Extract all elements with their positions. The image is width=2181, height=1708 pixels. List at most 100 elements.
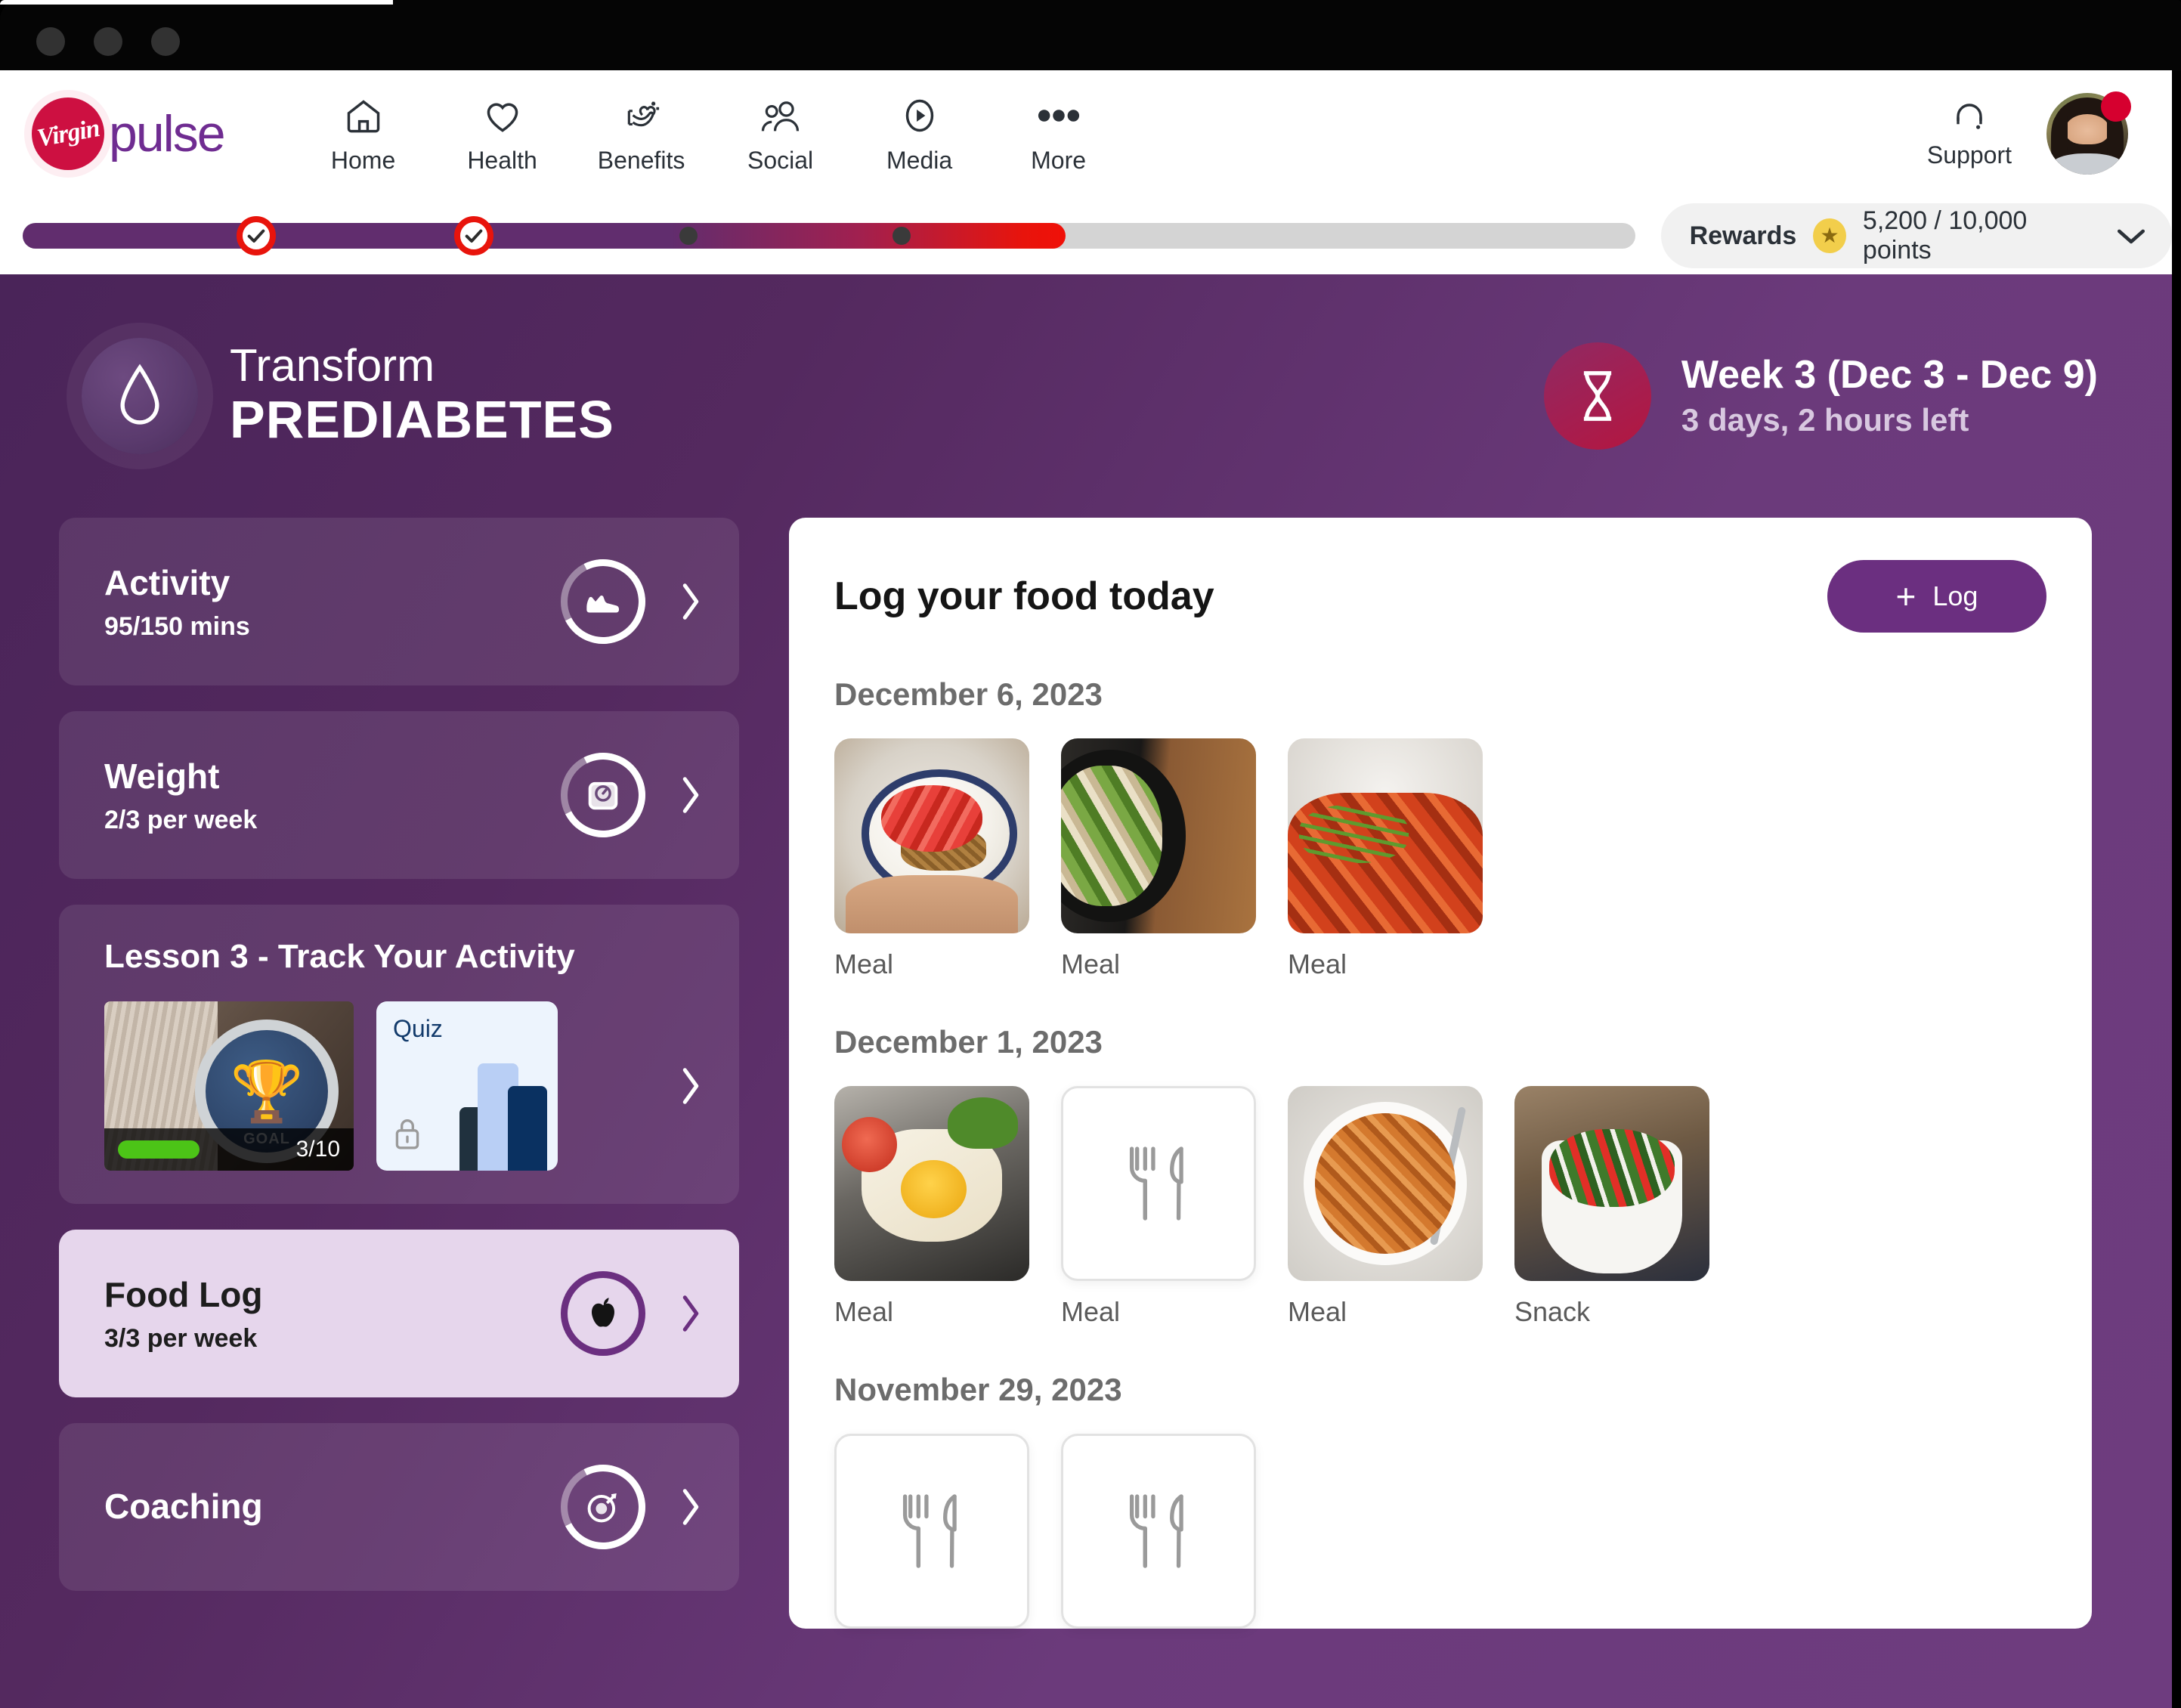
entry-label: Meal [1061, 948, 1121, 979]
log-food-button[interactable]: + Log [1827, 560, 2046, 633]
notification-badge[interactable] [2101, 91, 2131, 122]
avatar-shoulders [2051, 153, 2124, 175]
entry-photo [834, 1086, 1029, 1281]
progress-strip: Rewards ★ 5,200 / 10,000 points [0, 197, 2172, 274]
nav-item-health[interactable]: Health [433, 94, 572, 175]
activity-progress: 95/150 mins [104, 612, 250, 642]
food-log-panel: Log your food today + Log December 6, 20… [789, 518, 2092, 1629]
entry-list: Meal Meal Meal [834, 738, 2046, 980]
food-entry[interactable]: Meal [1061, 738, 1256, 980]
food-entry[interactable]: Meal [1288, 738, 1483, 980]
support-button[interactable]: Support [1927, 99, 2012, 169]
nav-label-social: Social [747, 146, 814, 174]
program-week-block: Week 3 (Dec 3 - Dec 9) 3 days, 2 hours l… [1543, 342, 2098, 450]
entry-placeholder [1061, 1434, 1256, 1629]
target-icon [561, 1465, 645, 1549]
chevron-down-icon[interactable] [2114, 225, 2148, 246]
fork-knife-icon [1129, 1494, 1183, 1568]
home-icon [344, 94, 383, 138]
shoe-icon [561, 559, 645, 644]
plus-icon: + [1895, 577, 1916, 616]
app-viewport: Virgin pulse Home Health Benefits Social… [0, 70, 2172, 1708]
milestone-dot-2[interactable] [892, 227, 911, 245]
lock-icon [393, 1116, 422, 1151]
support-label: Support [1926, 141, 2012, 169]
program-body: Transform PREDIABETES Week 3 (Dec 3 - De… [0, 274, 2172, 1708]
sidebar-card-lesson[interactable]: Lesson 3 - Track Your Activity 🏆 GOAL [59, 905, 739, 1204]
nav-items: Home Health Benefits Social Media More [294, 94, 1128, 175]
entry-list [834, 1434, 2046, 1629]
rewards-pill[interactable]: Rewards ★ 5,200 / 10,000 points [1660, 203, 2172, 268]
food-log-progress: 3/3 per week [104, 1324, 258, 1354]
entry-label: Snack [1514, 1296, 1591, 1327]
entry-label: Meal [834, 948, 894, 979]
program-header: Transform PREDIABETES Week 3 (Dec 3 - De… [0, 274, 2172, 518]
milestone-check-1[interactable] [237, 216, 277, 255]
trophy-icon: 🏆 [230, 1058, 304, 1125]
program-title-block: Transform PREDIABETES [230, 342, 614, 450]
water-drop-icon [82, 338, 198, 454]
lesson-progress-count: 3/10 [295, 1137, 340, 1162]
food-entry[interactable]: Snack [1514, 1086, 1709, 1328]
week-time-left: 3 days, 2 hours left [1681, 402, 1969, 438]
chevron-right-icon[interactable] [677, 1064, 704, 1108]
chevron-right-icon[interactable] [677, 1485, 704, 1529]
chevron-right-icon[interactable] [677, 580, 704, 623]
journey-progress-bar[interactable] [23, 216, 1635, 255]
traffic-lights[interactable] [36, 27, 180, 56]
sidebar-card-activity[interactable]: Activity 95/150 mins [59, 518, 739, 685]
hourglass-icon [1543, 342, 1651, 450]
virgin-wordmark: Virgin [34, 114, 101, 153]
food-log-group-dec-6: December 6, 2023 Meal Meal Meal [834, 676, 2046, 980]
food-entry-empty[interactable]: Meal [1061, 1086, 1256, 1328]
nav-item-social[interactable]: Social [711, 94, 850, 175]
food-entry-empty[interactable] [834, 1434, 1029, 1629]
entry-label: Meal [1061, 1296, 1121, 1327]
nav-right-cluster: Support [1927, 91, 2131, 175]
nav-item-benefits[interactable]: Benefits [572, 94, 711, 175]
nav-item-more[interactable]: More [989, 94, 1128, 175]
entry-label: Meal [834, 1296, 894, 1327]
log-button-label: Log [1932, 580, 1978, 611]
lesson-media-row: 🏆 GOAL 3/10 Quiz [104, 1001, 704, 1171]
sidebar-card-food-log[interactable]: Food Log 3/3 per week [59, 1230, 739, 1397]
coaching-title: Coaching [104, 1487, 263, 1527]
food-log-text: Food Log 3/3 per week [104, 1273, 262, 1354]
sidebar-card-coaching[interactable]: Coaching [59, 1423, 739, 1591]
minimize-button[interactable] [94, 27, 122, 56]
sidebar-card-weight[interactable]: Weight 2/3 per week [59, 711, 739, 879]
apple-icon [561, 1271, 645, 1356]
pulse-wordmark: pulse [109, 105, 226, 162]
nav-item-home[interactable]: Home [294, 94, 433, 175]
food-entry[interactable]: Meal [834, 738, 1029, 980]
entry-list: Meal Meal Meal Snack [834, 1086, 2046, 1328]
weight-text: Weight 2/3 per week [104, 755, 257, 836]
maximize-button[interactable] [151, 27, 180, 56]
program-sidebar: Activity 95/150 mins Weight 2/3 per week… [59, 518, 739, 1629]
quiz-label: Quiz [393, 1015, 443, 1042]
ellipsis-icon [1037, 94, 1081, 138]
lesson-thumbnail[interactable]: 🏆 GOAL 3/10 [104, 1001, 354, 1171]
milestone-check-2[interactable] [454, 216, 494, 255]
food-entry[interactable]: Meal [834, 1086, 1029, 1328]
entry-photo [1288, 1086, 1483, 1281]
nav-item-media[interactable]: Media [850, 94, 989, 175]
food-log-title: Food Log [104, 1274, 263, 1314]
entry-photo [1514, 1086, 1709, 1281]
program-identity: Transform PREDIABETES [82, 338, 614, 454]
virgin-mark-icon: Virgin [32, 97, 104, 170]
hand-sparkle-icon [620, 94, 663, 138]
nav-label-home: Home [330, 146, 396, 174]
brand-logo[interactable]: Virgin pulse [32, 97, 226, 170]
lesson-quiz-card[interactable]: Quiz [376, 1001, 558, 1171]
food-log-group-nov-29: November 29, 2023 [834, 1372, 2046, 1629]
chevron-right-icon[interactable] [677, 773, 704, 817]
chevron-right-icon[interactable] [677, 1292, 704, 1335]
milestone-dot-1[interactable] [679, 227, 698, 245]
food-log-group-dec-1: December 1, 2023 Meal Meal Meal Snack [834, 1024, 2046, 1328]
avatar[interactable] [2046, 91, 2131, 175]
food-entry-empty[interactable] [1061, 1434, 1256, 1629]
close-button[interactable] [36, 27, 65, 56]
group-date: November 29, 2023 [834, 1372, 1122, 1407]
food-entry[interactable]: Meal [1288, 1086, 1483, 1328]
